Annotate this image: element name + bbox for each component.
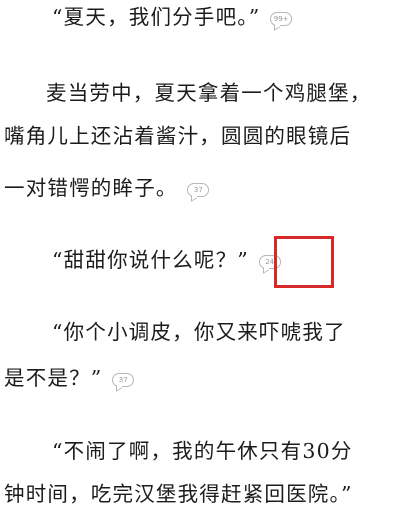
paragraph-text: 一对错愕的眸子。 <box>4 176 178 200</box>
paragraph-text: 是不是？” <box>4 366 103 390</box>
comment-bubble-icon[interactable]: 37 <box>112 372 135 387</box>
text-line: “不闹了啊，我的午休只有30分 <box>52 441 353 462</box>
paragraph-text: “不闹了啊，我的午休只有30分 <box>52 439 353 463</box>
text-line: “甜甜你说什么呢？” 24 <box>52 250 281 271</box>
comment-bubble-icon[interactable]: 37 <box>187 182 210 197</box>
text-line: 钟时间，吃完汉堡我得赶紧回医院。” <box>4 484 353 505</box>
comment-bubble-icon[interactable]: 99+ <box>270 11 293 26</box>
text-line: 一对错愕的眸子。 37 <box>4 176 210 200</box>
paragraph-text: 钟时间，吃完汉堡我得赶紧回医院。” <box>4 482 353 506</box>
paragraph-text: 嘴角儿上还沾着酱汁，圆圆的眼镜后 <box>4 124 352 148</box>
paragraph-text: “甜甜你说什么呢？” <box>52 248 249 272</box>
highlight-box <box>274 236 334 288</box>
text-line: “你个小调皮，你又来吓唬我了 <box>52 322 346 343</box>
paragraph-text: “夏天，我们分手吧。” <box>52 5 261 29</box>
reader-page: “夏天，我们分手吧。” 99+ 麦当劳中，夏天拿着一个鸡腿堡， 嘴角儿上还沾着酱… <box>0 0 400 512</box>
text-line: 嘴角儿上还沾着酱汁，圆圆的眼镜后 <box>4 126 351 147</box>
text-line: 是不是？” 37 <box>4 366 135 390</box>
text-line: 麦当劳中，夏天拿着一个鸡腿堡， <box>46 83 372 104</box>
text-line: “夏天，我们分手吧。” 99+ <box>52 5 293 29</box>
paragraph-text: “你个小调皮，你又来吓唬我了 <box>52 320 346 344</box>
paragraph-text: 麦当劳中，夏天拿着一个鸡腿堡， <box>46 81 372 105</box>
